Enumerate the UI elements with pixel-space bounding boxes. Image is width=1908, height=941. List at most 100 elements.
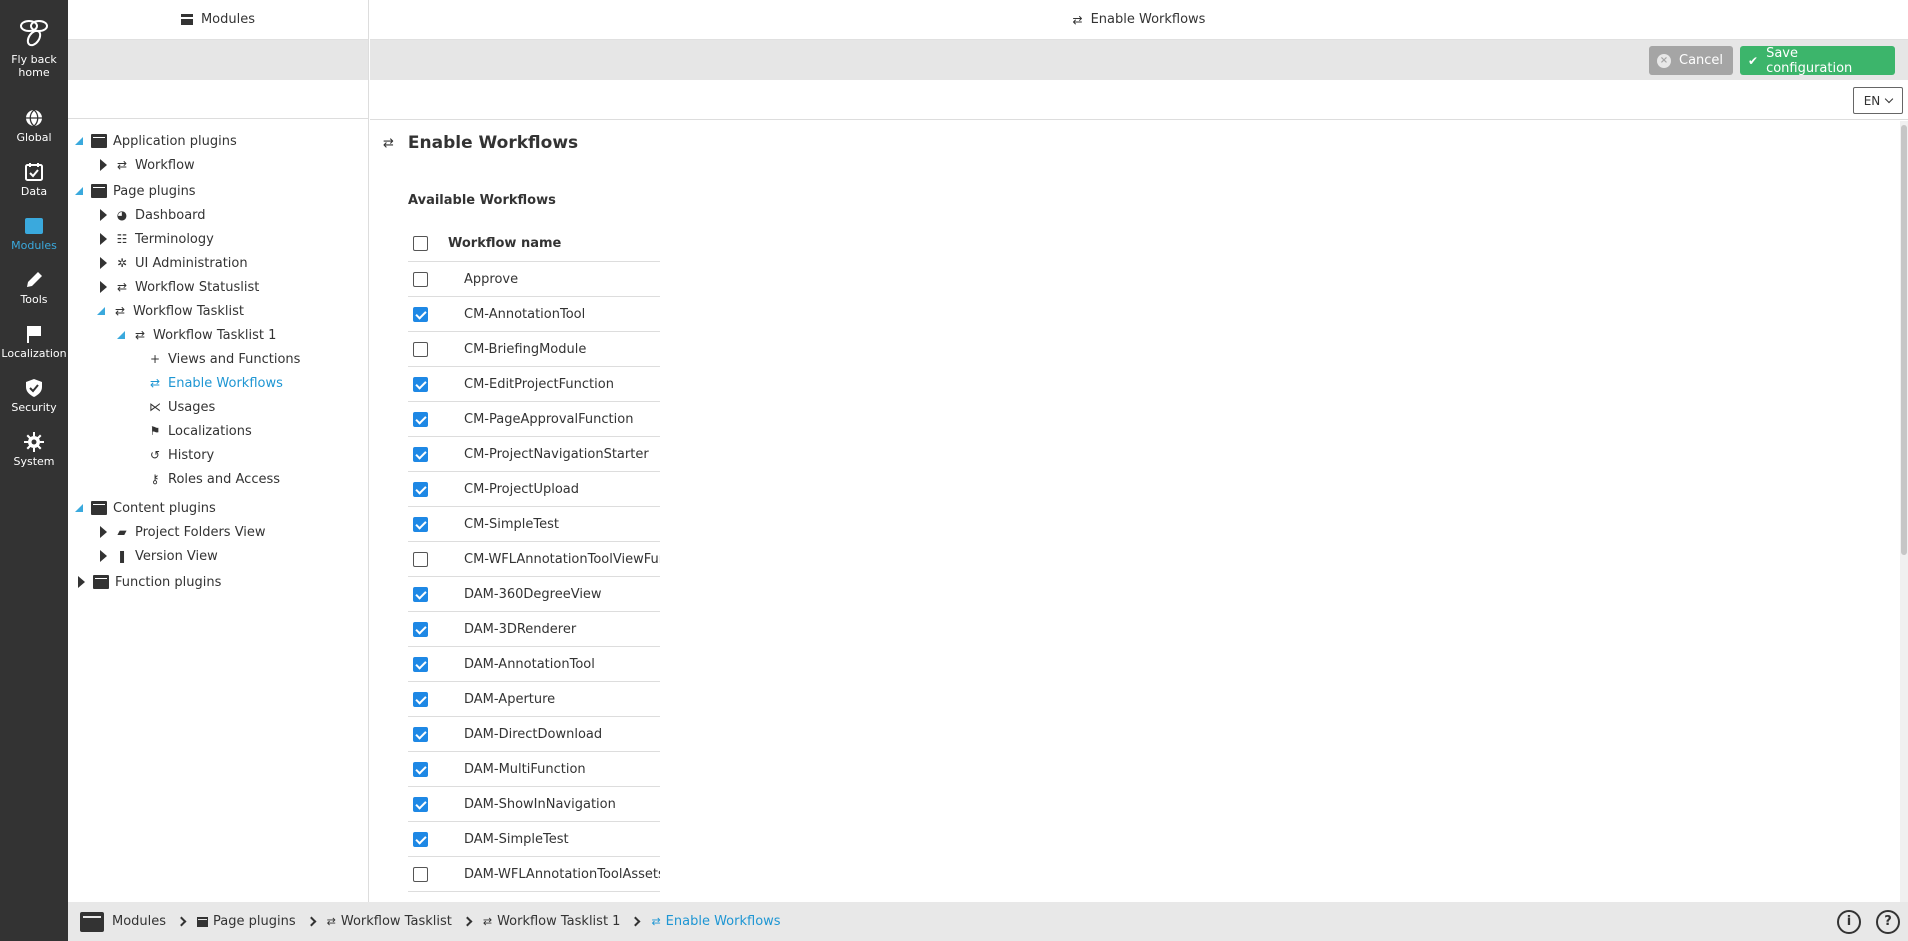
nav-label: Localization bbox=[1, 347, 67, 360]
workflow-checkbox[interactable] bbox=[413, 726, 428, 742]
workflow-name: CM-SimpleTest bbox=[464, 516, 559, 532]
workflow-checkbox[interactable] bbox=[413, 831, 428, 847]
tree-node-views-and-functions[interactable]: + Views and Functions bbox=[148, 348, 300, 370]
tree-node-localizations[interactable]: ⚑ Localizations bbox=[148, 420, 252, 442]
table-row: CM-ProjectUpload bbox=[408, 472, 660, 507]
nav-system[interactable]: System bbox=[0, 432, 68, 468]
chevron-down-icon bbox=[1885, 94, 1894, 104]
tree-toolbar bbox=[68, 40, 368, 80]
chevron-right-icon bbox=[306, 916, 317, 927]
tree-node-enable-workflows[interactable]: ⇄ Enable Workflows bbox=[148, 372, 283, 394]
workflow-icon: ⇄ bbox=[134, 328, 146, 342]
table-row: DAM-ShowInNavigation bbox=[408, 787, 660, 822]
expanded-arrow-icon[interactable] bbox=[117, 331, 125, 339]
breadcrumb-page-plugins[interactable]: Page plugins bbox=[197, 914, 296, 929]
workflow-checkbox[interactable] bbox=[413, 691, 428, 707]
collapsed-arrow-icon[interactable] bbox=[100, 159, 107, 171]
workflow-checkbox[interactable] bbox=[413, 586, 428, 602]
tree-node-workflow-statuslist[interactable]: ⇄ Workflow Statuslist bbox=[98, 276, 259, 298]
info-icon[interactable]: i bbox=[1837, 910, 1861, 934]
tree-node-usages[interactable]: ⋉ Usages bbox=[148, 396, 215, 418]
nav-label: Security bbox=[11, 401, 57, 414]
workflow-name: DAM-WFLAnnotationToolAssetsF bbox=[464, 866, 660, 882]
nav-security[interactable]: Security bbox=[0, 378, 68, 414]
tree-node-workflow-tasklist[interactable]: ⇄ Workflow Tasklist bbox=[96, 300, 244, 322]
nav-localization[interactable]: Localization bbox=[0, 324, 68, 360]
help-icon[interactable]: ? bbox=[1876, 910, 1900, 934]
collapsed-arrow-icon[interactable] bbox=[100, 257, 107, 269]
select-all-checkbox[interactable] bbox=[413, 236, 428, 251]
workflow-checkbox[interactable] bbox=[413, 516, 428, 532]
tree-node-history[interactable]: ↺ History bbox=[148, 444, 214, 466]
breadcrumb-workflow-tasklist-1[interactable]: ⇄ Workflow Tasklist 1 bbox=[483, 914, 621, 929]
tree-node-workflow[interactable]: ⇄ Workflow bbox=[98, 154, 195, 176]
workflow-checkbox[interactable] bbox=[413, 446, 428, 462]
workflow-checkbox[interactable] bbox=[413, 271, 428, 287]
share-icon: ⋉ bbox=[149, 400, 161, 414]
nav-data[interactable]: Data bbox=[0, 162, 68, 198]
content-scrollbar[interactable] bbox=[1900, 121, 1908, 902]
tree-node-label: Content plugins bbox=[113, 500, 216, 516]
workflow-checkbox[interactable] bbox=[413, 341, 428, 357]
expanded-arrow-icon[interactable] bbox=[75, 504, 83, 512]
expanded-arrow-icon[interactable] bbox=[97, 307, 105, 315]
modules-icon bbox=[80, 911, 104, 932]
table-row: DAM-DirectDownload bbox=[408, 717, 660, 752]
collapsed-arrow-icon[interactable] bbox=[78, 576, 85, 588]
bee-icon bbox=[20, 20, 48, 47]
collapsed-arrow-icon[interactable] bbox=[100, 526, 107, 538]
collapsed-arrow-icon[interactable] bbox=[100, 209, 107, 221]
list-icon: ☷ bbox=[116, 232, 128, 246]
workflow-checkbox[interactable] bbox=[413, 481, 428, 497]
workflow-checkbox[interactable] bbox=[413, 761, 428, 777]
tree-node-label: Workflow Tasklist bbox=[133, 303, 244, 319]
nav-tools[interactable]: Tools bbox=[0, 270, 68, 306]
table-row: DAM-360DegreeView bbox=[408, 577, 660, 612]
table-row: DAM-MultiFunction bbox=[408, 752, 660, 787]
tree-node-application-plugins[interactable]: Application plugins bbox=[74, 130, 237, 152]
nav-modules[interactable]: Modules bbox=[0, 216, 68, 252]
nav-global[interactable]: Global bbox=[0, 108, 68, 144]
tree-node-function-plugins[interactable]: Function plugins bbox=[76, 571, 221, 593]
workflow-checkbox[interactable] bbox=[413, 656, 428, 672]
cancel-button[interactable]: × Cancel bbox=[1649, 46, 1733, 75]
tree-node-version-view[interactable]: ❚ Version View bbox=[98, 545, 218, 567]
pencil-icon bbox=[27, 272, 42, 287]
collapsed-arrow-icon[interactable] bbox=[100, 281, 107, 293]
workflow-checkbox[interactable] bbox=[413, 621, 428, 637]
tree-node-workflow-tasklist-1[interactable]: ⇄ Workflow Tasklist 1 bbox=[116, 324, 276, 346]
nav-label: Global bbox=[16, 131, 52, 144]
collapsed-arrow-icon[interactable] bbox=[100, 550, 107, 562]
collapsed-arrow-icon[interactable] bbox=[100, 233, 107, 245]
workflow-checkbox[interactable] bbox=[413, 796, 428, 812]
save-configuration-button[interactable]: ✔ Save configuration bbox=[1740, 46, 1895, 76]
shield-icon bbox=[26, 379, 42, 397]
chevron-right-icon bbox=[462, 916, 473, 927]
breadcrumb-label: Modules bbox=[112, 914, 167, 929]
tree-node-dashboard[interactable]: ◕ Dashboard bbox=[98, 204, 206, 226]
nav-fly-back-home[interactable]: Fly back home bbox=[0, 14, 68, 79]
breadcrumb-workflow-tasklist[interactable]: ⇄ Workflow Tasklist bbox=[327, 914, 452, 929]
tree-node-project-folders-view[interactable]: ▰ Project Folders View bbox=[98, 521, 266, 543]
tree-node-content-plugins[interactable]: Content plugins bbox=[74, 497, 216, 519]
workflow-checkbox[interactable] bbox=[413, 306, 428, 322]
tree-node-roles-and-access[interactable]: ⚷ Roles and Access bbox=[148, 468, 280, 490]
tree-node-label: Project Folders View bbox=[135, 524, 266, 540]
tree-node-label: Roles and Access bbox=[168, 471, 281, 487]
expanded-arrow-icon[interactable] bbox=[75, 137, 83, 145]
tree-node-terminology[interactable]: ☷ Terminology bbox=[98, 228, 214, 250]
tree-node-ui-administration[interactable]: ✲ UI Administration bbox=[98, 252, 248, 274]
language-row: EN bbox=[370, 80, 1908, 120]
tree-node-page-plugins[interactable]: Page plugins bbox=[74, 180, 196, 202]
language-select[interactable]: EN bbox=[1853, 87, 1903, 114]
breadcrumb-enable-workflows[interactable]: ⇄ Enable Workflows bbox=[651, 914, 780, 929]
workflow-checkbox[interactable] bbox=[413, 866, 428, 882]
expanded-arrow-icon[interactable] bbox=[75, 187, 83, 195]
scrollbar-thumb[interactable] bbox=[1901, 125, 1907, 555]
workflow-name: DAM-360DegreeView bbox=[464, 586, 602, 602]
workflow-checkbox[interactable] bbox=[413, 376, 428, 392]
workflow-checkbox[interactable] bbox=[413, 411, 428, 427]
close-icon: × bbox=[1657, 53, 1671, 68]
breadcrumb-modules[interactable]: Modules bbox=[112, 914, 166, 929]
workflow-checkbox[interactable] bbox=[413, 551, 428, 567]
